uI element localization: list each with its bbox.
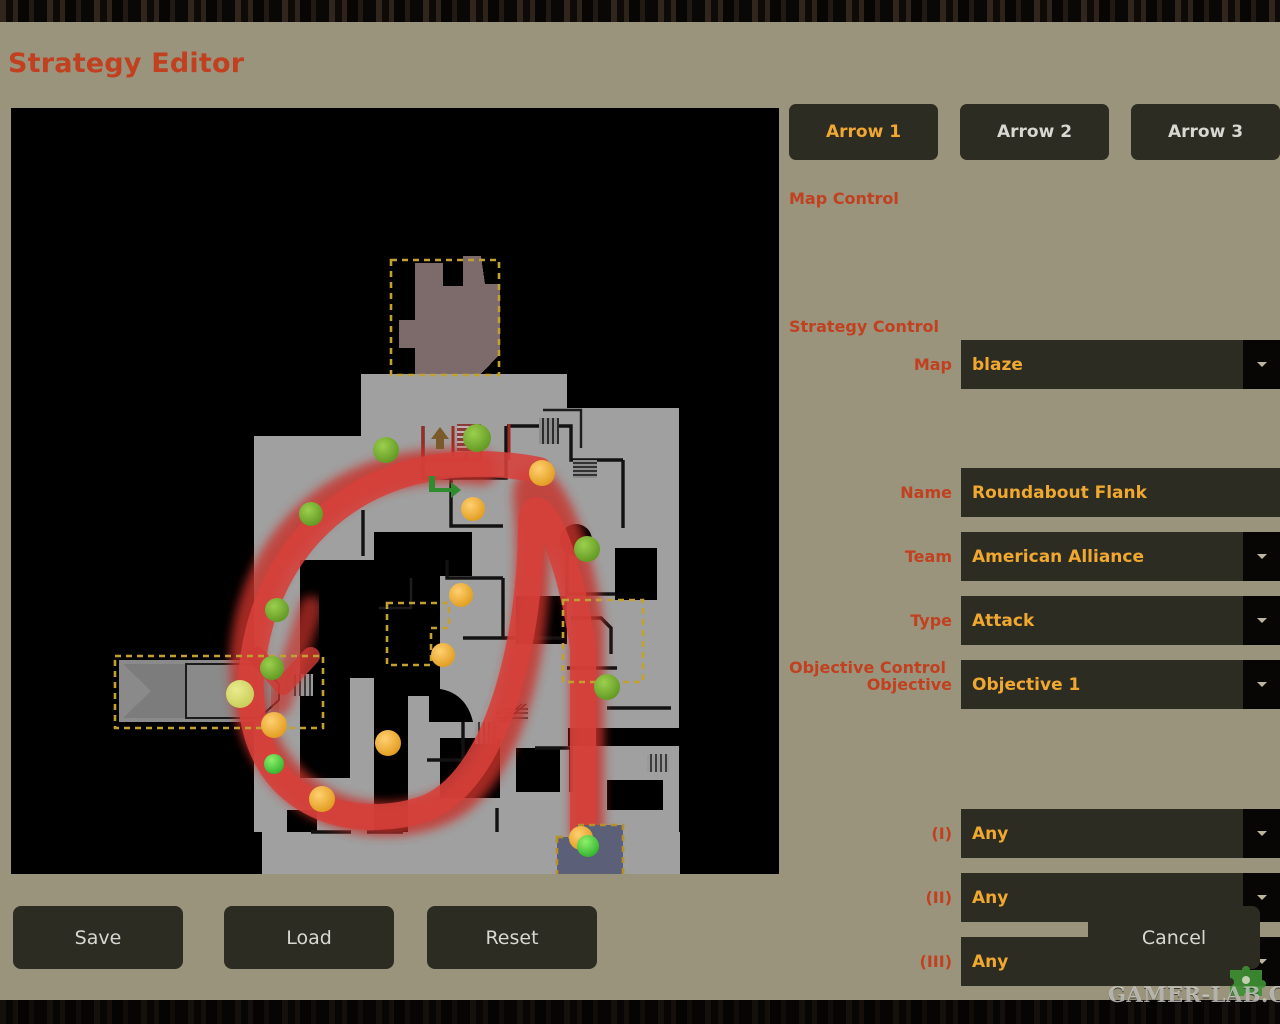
name-input[interactable]: Roundabout Flank — [961, 468, 1280, 517]
map-select-value: blaze — [972, 354, 1023, 375]
name-field-label: Name — [900, 483, 952, 502]
background-noise — [0, 1000, 1280, 1024]
team-select-value: American Alliance — [972, 546, 1145, 567]
strategy-editor-window: Strategy Editor Arrow 1 Arrow 2 Arrow 3 … — [0, 0, 1280, 1024]
waypoint-dot — [299, 502, 323, 526]
waypoint-dot — [449, 583, 473, 607]
arrow-tab-1-button[interactable]: Arrow 1 — [789, 104, 938, 160]
objective-dropdown-button[interactable] — [1243, 660, 1280, 709]
objective-slot-2-value: Any — [972, 887, 1009, 908]
page-title: Strategy Editor — [8, 48, 245, 79]
type-select-value: Attack — [972, 610, 1035, 631]
waypoint-dot — [577, 835, 599, 857]
chevron-down-icon — [1256, 682, 1267, 687]
type-field-label: Type — [910, 611, 952, 630]
waypoint-dot — [260, 656, 284, 680]
arrow-tab-group: Arrow 1 Arrow 2 Arrow 3 — [789, 104, 1280, 160]
map-dropdown-button[interactable] — [1243, 340, 1280, 389]
waypoint-dot — [373, 437, 399, 463]
waypoint-dot — [461, 497, 485, 521]
cancel-button[interactable]: Cancel — [1088, 906, 1260, 969]
objective-slot-2-label: (II) — [925, 888, 952, 907]
objective-slot-1-row: (I) Any — [789, 809, 1280, 858]
map-select[interactable]: blaze — [961, 340, 1280, 389]
waypoint-dot — [375, 730, 401, 756]
waypoint-dot — [594, 674, 620, 700]
arrow-tab-3-button[interactable]: Arrow 3 — [1131, 104, 1280, 160]
waypoint-dot — [264, 754, 284, 774]
type-field-row: Type Attack — [789, 596, 1280, 645]
objective-slot-3-value: Any — [972, 951, 1009, 972]
chevron-down-icon — [1256, 831, 1267, 836]
objective-slot-1-value: Any — [972, 823, 1009, 844]
waypoint-dot — [431, 643, 455, 667]
chevron-down-icon — [1256, 362, 1267, 367]
team-select[interactable]: American Alliance — [961, 532, 1280, 581]
map-control-heading: Map Control — [789, 189, 899, 208]
chevron-down-icon — [1256, 895, 1267, 900]
team-field-label: Team — [904, 547, 952, 566]
objective-select[interactable]: Objective 1 — [961, 660, 1280, 709]
waypoint-dot — [574, 536, 600, 562]
save-button[interactable]: Save — [13, 906, 183, 969]
waypoint-dot — [226, 680, 254, 708]
editor-side-panel: Arrow 1 Arrow 2 Arrow 3 Map Control Map … — [789, 104, 1280, 986]
game-background-top-strip — [0, 0, 1280, 22]
waypoint-dot — [529, 460, 555, 486]
objective-slot-3-label: (III) — [919, 952, 952, 971]
map-field-label: Map — [913, 355, 952, 374]
reset-button[interactable]: Reset — [427, 906, 597, 969]
arrow-tab-2-button[interactable]: Arrow 2 — [960, 104, 1109, 160]
name-input-value: Roundabout Flank — [972, 482, 1147, 503]
map-svg — [113, 256, 680, 874]
name-field-row: Name Roundabout Flank — [789, 468, 1280, 517]
chevron-down-icon — [1256, 618, 1267, 623]
chevron-down-icon — [1256, 554, 1267, 559]
map-field-row: Map blaze — [789, 340, 1280, 389]
objective-slot-1-dropdown-button[interactable] — [1243, 809, 1280, 858]
objective-slot-1-label: (I) — [931, 824, 952, 843]
background-noise — [0, 0, 1280, 22]
team-dropdown-button[interactable] — [1243, 532, 1280, 581]
objective-slot-1-select[interactable]: Any — [961, 809, 1280, 858]
type-dropdown-button[interactable] — [1243, 596, 1280, 645]
team-field-row: Team American Alliance — [789, 532, 1280, 581]
game-background-bottom-strip — [0, 1000, 1280, 1024]
type-select[interactable]: Attack — [961, 596, 1280, 645]
map-preview-canvas[interactable] — [11, 108, 779, 874]
waypoint-dot — [463, 424, 491, 452]
strategy-control-heading: Strategy Control — [789, 317, 939, 336]
load-button[interactable]: Load — [224, 906, 394, 969]
waypoint-dot — [265, 598, 289, 622]
waypoint-dot — [261, 712, 287, 738]
objective-select-value: Objective 1 — [972, 674, 1081, 695]
objective-control-heading: Objective Control — [789, 658, 946, 677]
waypoint-dot — [309, 786, 335, 812]
